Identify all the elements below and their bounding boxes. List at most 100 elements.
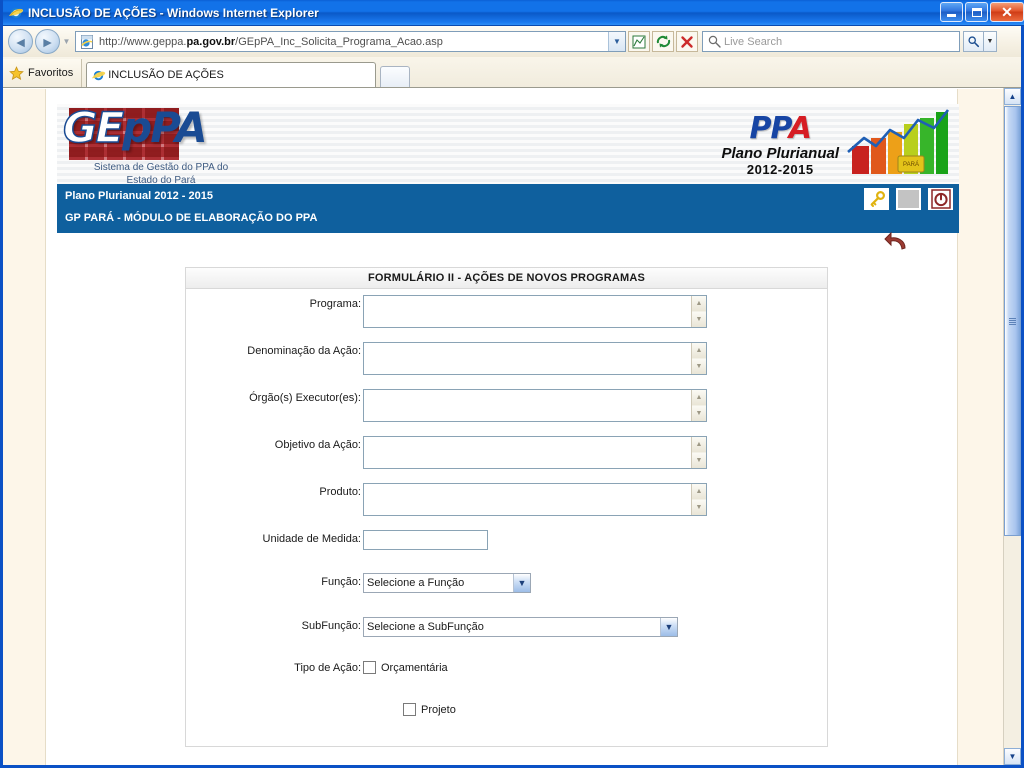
field-row-subfuncao: SubFunção: Selecione a SubFunção ▼ bbox=[186, 617, 827, 637]
site-banner: GEpPA Sistema de Gestão do PPA do Estado… bbox=[57, 103, 959, 186]
label-produto: Produto: bbox=[319, 486, 361, 498]
scroll-up-icon[interactable]: ▲ bbox=[692, 296, 706, 311]
module-subtitle: GP PARÁ - MÓDULO DE ELABORAÇÃO DO PPA bbox=[65, 212, 318, 224]
scroll-up-icon[interactable]: ▲ bbox=[692, 484, 706, 499]
checkbox-row-orcamentaria: Orçamentária bbox=[363, 661, 448, 674]
field-row-unidade-medida: Unidade de Medida: bbox=[186, 530, 827, 550]
search-go-button[interactable] bbox=[963, 31, 984, 52]
back-arrow-button[interactable] bbox=[884, 229, 910, 255]
textarea-scrollbar[interactable]: ▲ ▼ bbox=[691, 390, 706, 421]
input-unidade-medida[interactable] bbox=[363, 530, 488, 550]
close-icon bbox=[681, 35, 693, 48]
back-arrow-icon bbox=[884, 231, 906, 250]
field-row-produto: Produto: ▲ ▼ bbox=[186, 483, 827, 516]
textarea-scrollbar[interactable]: ▲ ▼ bbox=[691, 437, 706, 468]
field-row-projeto: Projeto bbox=[186, 703, 827, 716]
label-unidade-medida: Unidade de Medida: bbox=[262, 533, 361, 545]
form-body: Programa: ▲ ▼ Denominação da Ação: ▲ ▼ Ó… bbox=[186, 289, 827, 716]
form-header: FORMULÁRIO II - AÇÕES DE NOVOS PROGRAMAS bbox=[186, 268, 827, 289]
search-input[interactable]: Live Search bbox=[702, 31, 960, 52]
select-funcao[interactable]: Selecione a Função ▼ bbox=[363, 573, 531, 593]
scroll-down-icon[interactable]: ▼ bbox=[692, 312, 706, 327]
field-row-funcao: Função: Selecione a Função ▼ bbox=[186, 573, 827, 593]
close-button[interactable]: ✕ bbox=[990, 2, 1024, 22]
address-url-text: http://www.geppa.pa.gov.br/GEpPA_Inc_Sol… bbox=[99, 35, 443, 48]
key-icon bbox=[870, 190, 885, 207]
scroll-down-button[interactable]: ▼ bbox=[1004, 748, 1021, 765]
field-row-objetivo: Objetivo da Ação: ▲ ▼ bbox=[186, 436, 827, 469]
window-titlebar: INCLUSÃO DE AÇÕES - Windows Internet Exp… bbox=[3, 0, 1024, 26]
textarea-objetivo[interactable]: ▲ ▼ bbox=[363, 436, 707, 469]
textarea-denominacao[interactable]: ▲ ▼ bbox=[363, 342, 707, 375]
label-subfuncao: SubFunção: bbox=[301, 620, 361, 632]
checkbox-projeto[interactable] bbox=[403, 703, 416, 716]
recent-pages-button[interactable]: ▼ bbox=[60, 37, 73, 46]
minimize-button[interactable] bbox=[940, 2, 963, 22]
field-row-tipo-acao: Tipo de Ação: Orçamentária bbox=[186, 661, 827, 674]
scroll-down-icon[interactable]: ▼ bbox=[692, 359, 706, 374]
logo-wordmark: GEpPA bbox=[62, 103, 207, 152]
field-row-orgaos-executores: Órgão(s) Executor(es): ▲ ▼ bbox=[186, 389, 827, 422]
back-chevron-icon: ◄ bbox=[13, 33, 28, 50]
browser-tab-label: INCLUSÃO DE AÇÕES bbox=[108, 69, 224, 81]
chevron-down-icon[interactable]: ▼ bbox=[660, 618, 677, 636]
page-scrollbar[interactable]: ▲ ▼ bbox=[1003, 88, 1021, 765]
favorites-and-tabs-row: Favoritos INCLUSÃO DE AÇÕES bbox=[3, 57, 1021, 88]
key-icon-button[interactable] bbox=[864, 188, 889, 210]
address-input[interactable]: http://www.geppa.pa.gov.br/GEpPA_Inc_Sol… bbox=[75, 31, 626, 52]
scroll-down-icon[interactable]: ▼ bbox=[692, 500, 706, 515]
search-icon bbox=[708, 35, 721, 48]
address-dropdown-button[interactable]: ▼ bbox=[608, 32, 625, 51]
select-subfuncao[interactable]: Selecione a SubFunção ▼ bbox=[363, 617, 678, 637]
stop-button[interactable] bbox=[676, 31, 698, 52]
scrollbar-grip bbox=[1009, 317, 1016, 325]
chevron-down-icon: ▼ bbox=[986, 38, 994, 45]
scroll-up-icon[interactable]: ▲ bbox=[692, 390, 706, 405]
ppa-brand: PPA Plano Plurianual 2012-2015 bbox=[721, 114, 839, 178]
back-button[interactable]: ◄ bbox=[8, 29, 33, 54]
textarea-scrollbar[interactable]: ▲ ▼ bbox=[691, 484, 706, 515]
page-document: GEpPA Sistema de Gestão do PPA do Estado… bbox=[3, 88, 1003, 765]
label-funcao: Função: bbox=[321, 576, 361, 588]
window-controls: ✕ bbox=[940, 2, 1024, 22]
chevron-down-icon: ▼ bbox=[1008, 752, 1017, 761]
compatibility-view-button[interactable] bbox=[628, 31, 650, 52]
window-icon-button[interactable] bbox=[896, 188, 921, 210]
scroll-down-icon[interactable]: ▼ bbox=[692, 406, 706, 421]
chevron-down-icon[interactable]: ▼ bbox=[513, 574, 530, 592]
search-provider-dropdown[interactable]: ▼ bbox=[984, 31, 997, 52]
scroll-up-button[interactable]: ▲ bbox=[1004, 88, 1021, 105]
chevron-down-icon: ▼ bbox=[613, 37, 621, 46]
search-icon bbox=[968, 36, 980, 48]
search-placeholder: Live Search bbox=[724, 35, 783, 48]
label-orgaos-executores: Órgão(s) Executor(es): bbox=[249, 392, 361, 404]
browser-tab[interactable]: INCLUSÃO DE AÇÕES bbox=[86, 62, 377, 87]
checkbox-row-projeto: Projeto bbox=[403, 703, 456, 716]
logo-subtitle-line1: Sistema de Gestão do PPA do bbox=[93, 162, 229, 173]
compatibility-view-icon bbox=[632, 35, 646, 48]
textarea-scrollbar[interactable]: ▲ ▼ bbox=[691, 343, 706, 374]
textarea-scrollbar[interactable]: ▲ ▼ bbox=[691, 296, 706, 327]
scrollbar-thumb[interactable] bbox=[1004, 106, 1021, 536]
new-tab-button[interactable] bbox=[380, 66, 411, 87]
scroll-up-icon[interactable]: ▲ bbox=[692, 343, 706, 358]
ppa-tagline: Plano Plurianual bbox=[721, 145, 839, 162]
select-funcao-value: Selecione a Função bbox=[367, 577, 465, 589]
scroll-up-icon[interactable]: ▲ bbox=[692, 437, 706, 452]
label-programa: Programa: bbox=[309, 298, 361, 310]
star-icon bbox=[9, 65, 24, 80]
restore-button[interactable] bbox=[965, 2, 988, 22]
favorites-button[interactable]: Favoritos bbox=[3, 59, 83, 87]
forward-chevron-icon: ► bbox=[40, 33, 55, 50]
checkbox-orcamentaria-label: Orçamentária bbox=[381, 661, 448, 674]
textarea-programa[interactable]: ▲ ▼ bbox=[363, 295, 707, 328]
refresh-button[interactable] bbox=[652, 31, 674, 52]
checkbox-orcamentaria[interactable] bbox=[363, 661, 376, 674]
scroll-down-icon[interactable]: ▼ bbox=[692, 453, 706, 468]
ppa-years: 2012-2015 bbox=[746, 162, 814, 177]
favorites-label: Favoritos bbox=[28, 67, 74, 79]
textarea-produto[interactable]: ▲ ▼ bbox=[363, 483, 707, 516]
exit-button[interactable] bbox=[928, 188, 953, 210]
forward-button[interactable]: ► bbox=[35, 29, 60, 54]
textarea-orgaos-executores[interactable]: ▲ ▼ bbox=[363, 389, 707, 422]
